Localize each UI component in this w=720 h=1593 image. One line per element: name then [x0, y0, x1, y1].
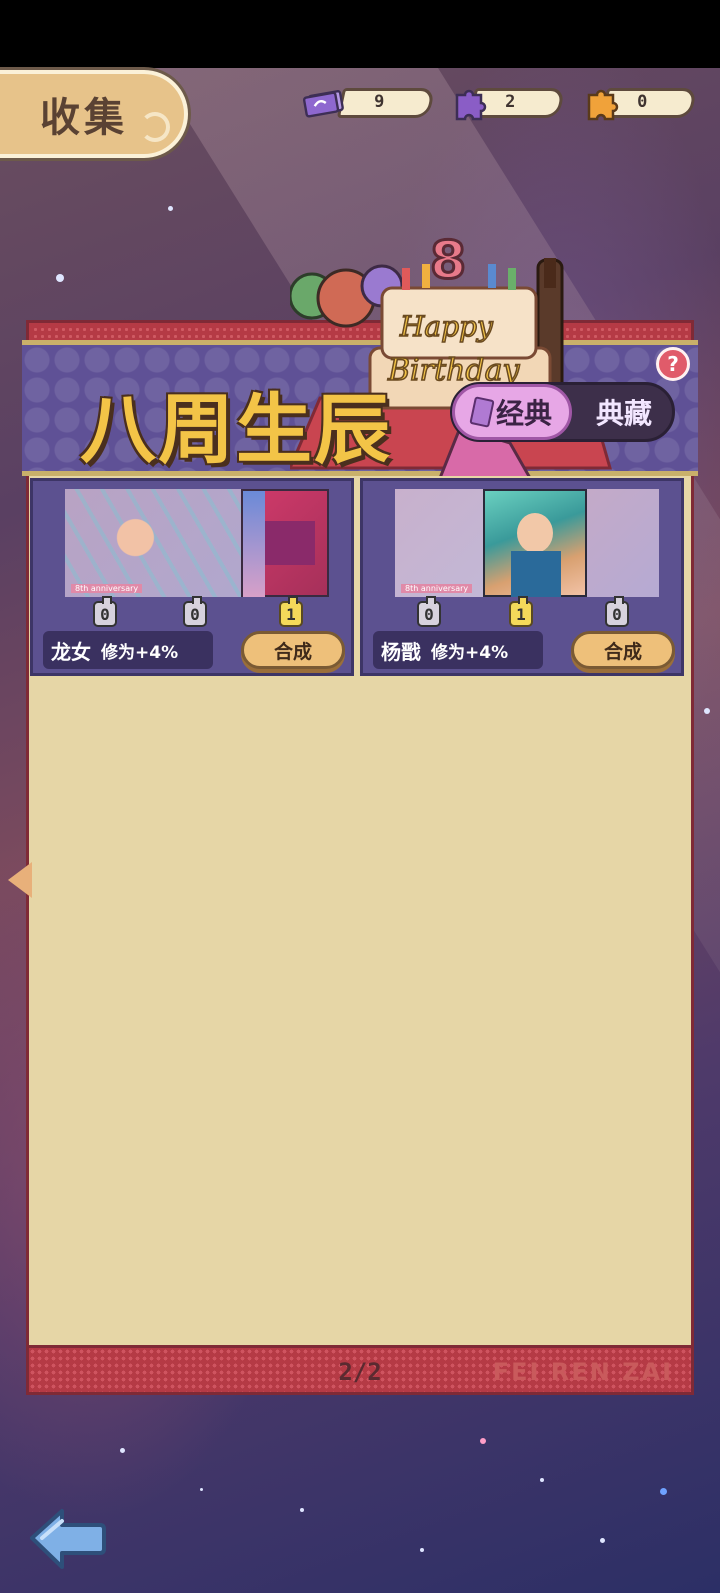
collection-card-yangjian: 8th anniversary 0 1 0 杨戬 修为+4% 合成 — [360, 478, 684, 676]
page-title: 收集 — [40, 95, 128, 141]
puzzle-purple-icon — [446, 80, 492, 126]
tab-collection-label: 典藏 — [595, 397, 652, 430]
art-piece-1-figure — [65, 489, 241, 597]
status-bar — [0, 0, 720, 68]
card-icon — [469, 396, 495, 428]
tab-collection[interactable]: 典藏 — [578, 384, 670, 440]
art-piece-3 — [241, 489, 329, 597]
combine-button[interactable]: 合成 — [241, 631, 345, 669]
piece-counter-2: 1 — [509, 596, 533, 627]
card-name-box: 龙女 修为+4% — [43, 631, 213, 669]
piece-counter-1: 0 — [417, 596, 441, 627]
piece-counter-2: 0 — [183, 596, 207, 627]
combine-button[interactable]: 合成 — [571, 631, 675, 669]
currency-chip-tickets: 9 — [336, 88, 436, 118]
card-name: 龙女 — [51, 639, 91, 664]
svg-text:8: 8 — [430, 231, 466, 291]
piece-counter-3: 1 — [279, 596, 303, 627]
piece-counter-3: 0 — [605, 596, 629, 627]
swirl-decoration — [140, 112, 170, 142]
tab-classic-label: 经典 — [495, 397, 552, 430]
card-name-box: 杨戬 修为+4% — [373, 631, 543, 669]
collection-card-longnv: 8th anniversary 0 0 1 龙女 修为+4% 合成 — [30, 478, 354, 676]
brand-watermark: FEI REN ZAI — [492, 1358, 673, 1386]
event-title: 八周生辰 — [80, 385, 392, 474]
ticket-count: 9 — [374, 92, 385, 112]
puzzle-orange-icon — [578, 80, 624, 126]
art-piece-3 — [587, 489, 659, 597]
art-piece-1 — [395, 489, 483, 597]
previous-page-arrow-icon[interactable] — [8, 862, 32, 898]
back-button[interactable] — [28, 1505, 108, 1571]
art-caption: 8th anniversary — [71, 584, 143, 593]
ticket-icon — [302, 80, 348, 126]
piece-counter-1: 0 — [93, 596, 117, 627]
card-name: 杨戬 — [381, 639, 421, 664]
back-arrow-icon — [30, 1509, 106, 1569]
svg-text:Happy: Happy — [399, 310, 494, 343]
help-button[interactable]: ? — [656, 347, 690, 381]
board-footer: 2/2 FEI REN ZAI — [26, 1345, 694, 1395]
page-title-tab: 收集 — [0, 70, 188, 158]
card-bonus: 修为+4% — [431, 642, 509, 663]
art-caption: 8th anniversary — [401, 584, 473, 593]
tab-classic[interactable]: 经典 — [452, 384, 572, 440]
card-artwork: 8th anniversary — [65, 489, 329, 597]
card-bonus: 修为+4% — [101, 642, 179, 663]
card-artwork: 8th anniversary — [395, 489, 659, 597]
art-piece-2 — [483, 489, 587, 597]
